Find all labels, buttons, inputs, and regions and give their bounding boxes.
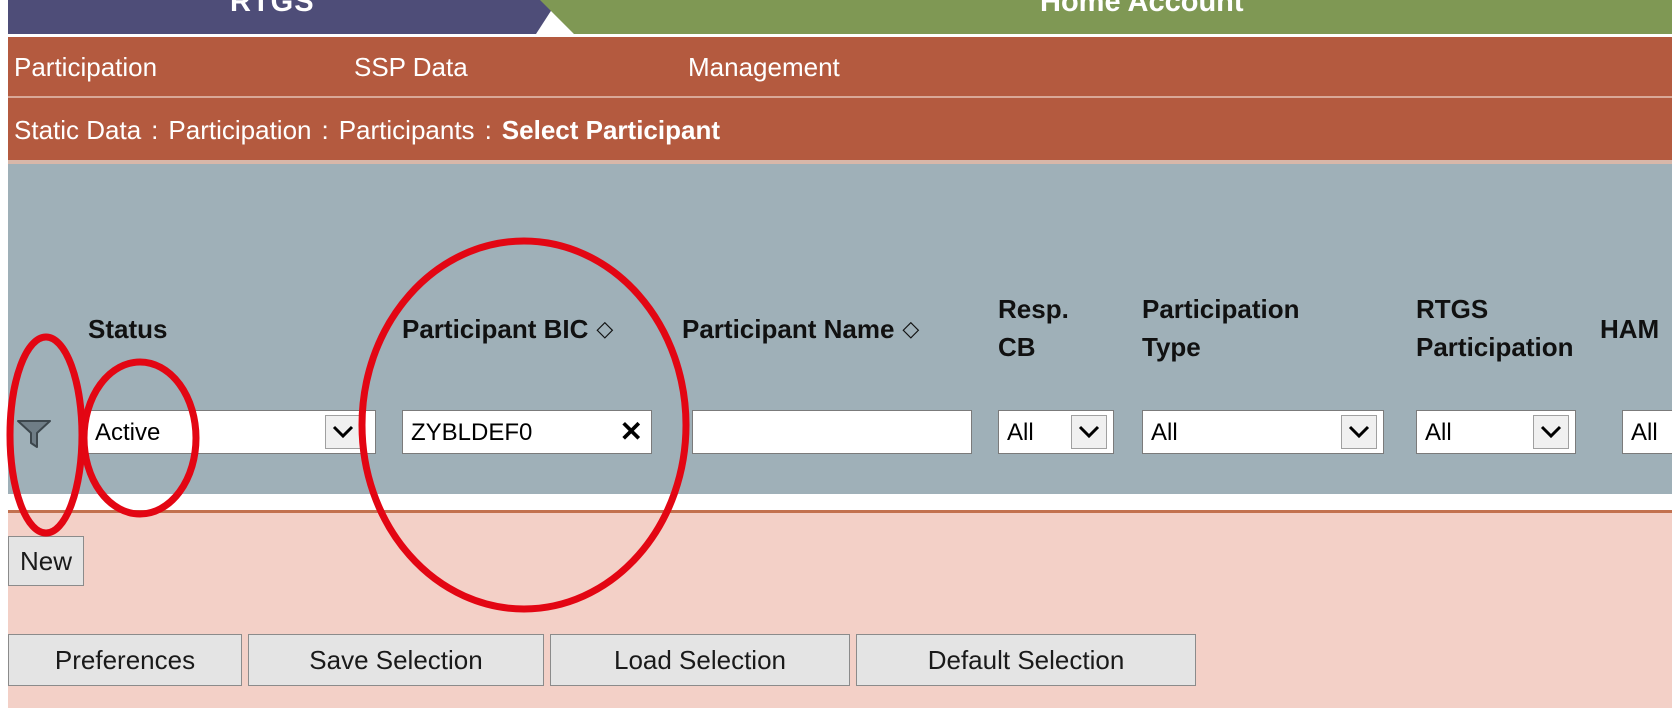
default-selection-button[interactable]: Default Selection: [856, 634, 1196, 686]
column-header-participation-type: Participation Type: [1142, 290, 1299, 366]
column-header-participant-name-label: Participant Name: [682, 314, 895, 344]
chevron-down-icon[interactable]: [325, 415, 361, 449]
save-selection-button[interactable]: Save Selection: [248, 634, 544, 686]
resp-cb-select-value: All: [1007, 419, 1034, 446]
ham-select-value: All: [1631, 419, 1658, 446]
breadcrumb-separator: :: [484, 115, 492, 145]
column-header-resp-cb-line2: CB: [998, 332, 1036, 362]
status-select[interactable]: Active: [86, 410, 376, 454]
column-header-participation-type-line1: Participation: [1142, 294, 1300, 324]
menu-item-management[interactable]: Management: [688, 52, 840, 83]
participation-type-select-value: All: [1151, 419, 1178, 446]
chevron-down-icon[interactable]: [1071, 415, 1107, 449]
column-header-rtgs-participation-line2: Participation: [1416, 332, 1574, 362]
breadcrumb-current-page: Select Participant: [501, 115, 720, 145]
tab-home-account-label: Home Account: [1040, 0, 1244, 18]
funnel-icon[interactable]: [14, 416, 54, 452]
participation-type-select[interactable]: All: [1142, 410, 1384, 454]
column-header-participant-bic[interactable]: Participant BIC ◇: [402, 310, 613, 348]
sort-updown-icon[interactable]: ◇: [902, 310, 919, 348]
main-menu-bar: Participation SSP Data Management: [8, 37, 1672, 98]
menu-item-participation[interactable]: Participation: [14, 52, 157, 83]
breadcrumb-participation[interactable]: Participation: [168, 115, 311, 145]
chevron-down-icon[interactable]: [1533, 415, 1569, 449]
column-header-participation-type-line2: Type: [1142, 332, 1201, 362]
breadcrumb-participants[interactable]: Participants: [339, 115, 475, 145]
participant-name-input[interactable]: [692, 410, 972, 454]
tab-rtgs-label: RTGS: [230, 0, 315, 18]
column-header-resp-cb-line1: Resp.: [998, 294, 1069, 324]
column-header-rtgs-participation: RTGS Participation: [1416, 290, 1573, 366]
ham-select[interactable]: All: [1622, 410, 1672, 454]
screen: RTGS Home Account Participation SSP Data…: [0, 0, 1672, 708]
chevron-down-icon[interactable]: [1341, 415, 1377, 449]
column-header-participant-name[interactable]: Participant Name ◇: [682, 310, 919, 348]
column-header-rtgs-participation-line1: RTGS: [1416, 294, 1489, 324]
column-header-participant-bic-label: Participant BIC: [402, 314, 589, 344]
load-selection-button[interactable]: Load Selection: [550, 634, 850, 686]
preferences-button[interactable]: Preferences: [8, 634, 242, 686]
breadcrumb-static-data[interactable]: Static Data: [14, 115, 141, 145]
column-header-ham-label: HAM: [1600, 314, 1660, 344]
new-button[interactable]: New: [8, 536, 84, 586]
participant-bic-input-value: ZYBLDEF0: [411, 419, 533, 446]
resp-cb-select[interactable]: All: [998, 410, 1114, 454]
close-icon[interactable]: ✕: [620, 415, 643, 448]
column-header-status: Status: [88, 310, 167, 348]
rtgs-participation-select[interactable]: All: [1416, 410, 1576, 454]
column-header-resp-cb: Resp. CB: [998, 290, 1069, 366]
column-header-status-label: Status: [88, 314, 168, 344]
breadcrumb-bar: Static Data: Participation: Participants: S…: [8, 98, 1672, 160]
column-header-ham: HAM: [1600, 310, 1659, 348]
top-tab-strip: RTGS Home Account: [0, 0, 1672, 36]
participant-bic-input[interactable]: ZYBLDEF0 ✕: [402, 410, 652, 454]
breadcrumb-separator: :: [321, 115, 329, 145]
breadcrumb: Static Data: Participation: Participants: S…: [14, 115, 720, 146]
status-select-value: Active: [95, 419, 161, 446]
breadcrumb-separator: :: [151, 115, 159, 145]
sort-updown-icon[interactable]: ◇: [596, 310, 613, 348]
menu-item-ssp-data[interactable]: SSP Data: [354, 52, 468, 83]
rtgs-participation-select-value: All: [1425, 419, 1452, 446]
